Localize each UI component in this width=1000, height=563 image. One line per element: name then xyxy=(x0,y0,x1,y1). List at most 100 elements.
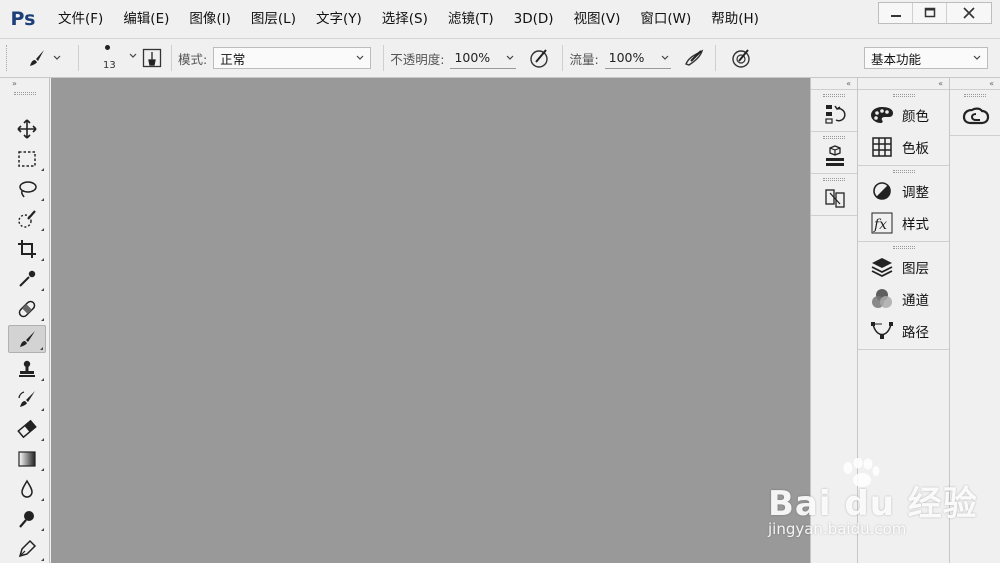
menu-filter[interactable]: 滤镜(T) xyxy=(438,0,504,38)
dodge-tool[interactable] xyxy=(8,505,46,533)
menu-edit[interactable]: 编辑(E) xyxy=(113,0,179,38)
close-icon xyxy=(963,7,975,19)
airbrush-icon xyxy=(684,49,703,66)
menu-bar: Ps 文件(F) 编辑(E) 图像(I) 图层(L) 文字(Y) 选择(S) 滤… xyxy=(0,0,1000,38)
eraser-tool[interactable] xyxy=(8,415,46,443)
close-button[interactable] xyxy=(947,3,991,23)
maximize-icon xyxy=(924,7,935,18)
history-brush-icon xyxy=(18,391,35,407)
history-brush-tool[interactable] xyxy=(8,385,46,413)
brush-tool[interactable] xyxy=(8,325,46,353)
menu-type[interactable]: 文字(Y) xyxy=(306,0,372,38)
panel-group-color: 颜色 色板 xyxy=(858,90,949,166)
size-pressure-button[interactable] xyxy=(728,45,754,71)
window-controls xyxy=(878,2,992,24)
properties-panel-button[interactable] xyxy=(811,183,858,213)
panel-label-adjustments: 调整 xyxy=(902,185,929,201)
panel-grip[interactable] xyxy=(823,136,845,139)
panel-grip[interactable] xyxy=(892,94,915,97)
libraries-panel-button[interactable] xyxy=(950,99,1000,133)
panel-group xyxy=(950,90,1000,136)
brush-preset-picker[interactable]: 13 xyxy=(85,41,137,75)
pen-tool[interactable] xyxy=(8,535,46,563)
menu-items: 文件(F) 编辑(E) 图像(I) 图层(L) 文字(Y) 选择(S) 滤镜(T… xyxy=(48,0,769,38)
healing-brush-tool[interactable] xyxy=(8,295,46,323)
eraser-icon xyxy=(17,419,37,439)
panel-label-paths: 路径 xyxy=(902,325,929,341)
panel-item-adjustments[interactable]: 调整 xyxy=(858,175,949,207)
panel-grip[interactable] xyxy=(964,94,986,97)
collapse-panels-button[interactable]: « xyxy=(950,78,1000,90)
crop-tool[interactable] xyxy=(8,235,46,263)
panel-item-swatches[interactable]: 色板 xyxy=(858,131,949,163)
chevron-down-icon xyxy=(973,55,981,60)
opacity-pressure-button[interactable] xyxy=(526,45,552,71)
menu-file[interactable]: 文件(F) xyxy=(48,0,113,38)
panel-grip[interactable] xyxy=(823,94,845,97)
opacity-field[interactable]: 100% xyxy=(450,47,517,69)
gradient-icon xyxy=(18,451,36,467)
blur-tool[interactable] xyxy=(8,475,46,503)
history-panel-button[interactable] xyxy=(811,99,858,129)
panel-item-layers[interactable]: 图层 xyxy=(858,251,949,283)
panel-dock-labeled: « 颜色 色板 调整 fx 样式 图层 通道 路径 xyxy=(857,78,949,563)
mode-select[interactable]: 正常 xyxy=(213,47,372,69)
lasso-tool[interactable] xyxy=(8,175,46,203)
minimize-button[interactable] xyxy=(879,3,913,23)
flow-value: 100% xyxy=(608,50,645,65)
maximize-button[interactable] xyxy=(913,3,947,23)
opacity-label: 不透明度: xyxy=(390,51,445,67)
brush-panel-toggle[interactable] xyxy=(139,45,165,71)
marquee-icon xyxy=(18,151,36,167)
water-drop-icon xyxy=(21,479,33,498)
chevron-down-icon xyxy=(356,55,364,60)
menu-window[interactable]: 窗口(W) xyxy=(630,0,701,38)
panel-item-paths[interactable]: 路径 xyxy=(858,315,949,347)
panel-label-channels: 通道 xyxy=(902,293,929,309)
marquee-tool[interactable] xyxy=(8,145,46,173)
collapse-panels-button[interactable]: « xyxy=(858,78,949,90)
gradient-tool[interactable] xyxy=(8,445,46,473)
panel-grip[interactable] xyxy=(892,246,915,249)
3d-panel-button[interactable] xyxy=(811,141,858,171)
menu-layer[interactable]: 图层(L) xyxy=(241,0,306,38)
panel-item-styles[interactable]: fx 样式 xyxy=(858,207,949,239)
panel-grip[interactable] xyxy=(13,92,36,95)
panel-item-color[interactable]: 颜色 xyxy=(858,99,949,131)
stamp-icon xyxy=(19,360,35,377)
tool-preset-picker[interactable] xyxy=(16,43,72,73)
panel-group xyxy=(811,174,857,216)
expand-toolbar-button[interactable]: » xyxy=(0,78,49,90)
flow-field[interactable]: 100% xyxy=(604,47,671,69)
menu-select[interactable]: 选择(S) xyxy=(372,0,438,38)
document-area[interactable] xyxy=(51,78,810,563)
airbrush-button[interactable] xyxy=(681,45,707,71)
panel-label-styles: 样式 xyxy=(902,217,929,233)
brush-size: 13 xyxy=(103,60,116,71)
menu-3d[interactable]: 3D(D) xyxy=(504,0,564,38)
adjustments-icon xyxy=(873,182,891,200)
menu-view[interactable]: 视图(V) xyxy=(564,0,631,38)
dodge-icon xyxy=(19,511,34,528)
panel-grip[interactable] xyxy=(892,170,915,173)
menu-help[interactable]: 帮助(H) xyxy=(701,0,769,38)
panel-item-channels[interactable]: 通道 xyxy=(858,283,949,315)
bandage-icon xyxy=(18,300,36,318)
collapse-panels-button[interactable]: « xyxy=(811,78,857,90)
fx-icon: fx xyxy=(871,212,893,234)
move-tool[interactable] xyxy=(8,115,46,143)
svg-text:fx: fx xyxy=(873,217,887,233)
pressure-opacity-icon xyxy=(530,49,549,68)
panel-group-adjust: 调整 fx 样式 xyxy=(858,166,949,242)
chevron-down-icon xyxy=(507,55,514,60)
menu-image[interactable]: 图像(I) xyxy=(179,0,241,38)
paths-icon xyxy=(871,322,893,339)
quick-selection-icon xyxy=(18,210,36,228)
options-grip[interactable] xyxy=(6,45,16,71)
workspace-select[interactable]: 基本功能 xyxy=(864,47,988,69)
panel-dock-libraries: « xyxy=(949,78,1000,563)
panel-grip[interactable] xyxy=(823,178,845,181)
eyedropper-tool[interactable] xyxy=(8,265,46,293)
clone-stamp-tool[interactable] xyxy=(8,355,46,383)
quick-selection-tool[interactable] xyxy=(8,205,46,233)
